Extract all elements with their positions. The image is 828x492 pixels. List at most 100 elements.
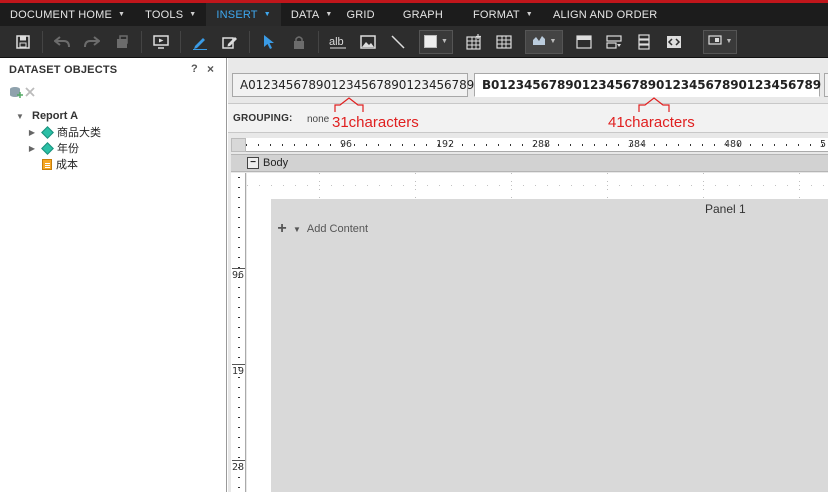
ruler-tick xyxy=(238,247,240,248)
ruler-tick xyxy=(258,144,259,146)
layout-tab-active[interactable]: B012345678901234567890123456789012345678… xyxy=(474,73,822,97)
ruler-tick xyxy=(402,144,403,146)
menu-label: DATA xyxy=(290,8,320,21)
layers-icon[interactable] xyxy=(629,29,659,55)
tab-label: B012345678901234567890123456789012345678… xyxy=(482,78,822,92)
toolbar: alb ▼ ▼ ▼ xyxy=(0,26,828,58)
graph-dropdown[interactable]: ▼ xyxy=(525,29,563,54)
remove-dataset-icon[interactable] xyxy=(25,87,35,100)
tree-item-attribute[interactable]: ▶ 年份 xyxy=(26,140,101,156)
panel-stack-icon[interactable] xyxy=(569,29,599,55)
close-icon[interactable]: × xyxy=(207,62,214,76)
ruler-tick xyxy=(378,144,379,146)
graph-icon xyxy=(532,34,546,49)
caret-down-icon: ▼ xyxy=(189,11,197,18)
ruler-tick xyxy=(238,307,240,308)
layout-tab-partial[interactable] xyxy=(824,73,828,97)
ruler-tick xyxy=(238,387,240,388)
layout-tab[interactable]: A0123456789012345678901234567​89 xyxy=(232,73,474,97)
insert-grid-icon[interactable] xyxy=(459,29,489,55)
panel-title: Panel 1 xyxy=(705,202,746,216)
caret-down-icon: ▼ xyxy=(118,11,126,18)
ruler-corner xyxy=(231,138,246,152)
selector-icon[interactable] xyxy=(599,29,629,55)
text-field-icon[interactable]: alb xyxy=(323,29,353,55)
expanded-triangle-icon[interactable]: ▼ xyxy=(14,112,26,121)
ruler-tick xyxy=(642,144,643,146)
ruler-tick xyxy=(238,357,240,358)
tree-root[interactable]: ▼ Report A xyxy=(14,108,101,124)
tree-item-attribute[interactable]: ▶ 商品大类 xyxy=(26,124,101,140)
add-content-button[interactable]: + ▼ Add Content xyxy=(275,221,368,237)
menu-document-home[interactable]: DOCUMENT HOME ▼ xyxy=(0,3,135,26)
ruler-label: 96 xyxy=(232,270,245,281)
ruler-tick xyxy=(810,144,811,146)
add-dataset-icon[interactable] xyxy=(9,86,23,101)
rectangle-icon xyxy=(424,35,438,48)
attribute-icon xyxy=(41,141,54,155)
stamp-icon[interactable] xyxy=(107,29,137,55)
section-canvas[interactable]: Panel 1 + ▼ Add Content xyxy=(247,173,828,492)
grid-icon[interactable] xyxy=(489,29,519,55)
caret-down-icon: ▼ xyxy=(725,38,733,45)
ruler-tick xyxy=(238,447,240,448)
menu-bar: DOCUMENT HOME ▼ TOOLS ▼ INSERT ▼ DATA ▼ GRID… xyxy=(0,3,828,26)
ruler-tick xyxy=(762,144,763,146)
ruler-tick xyxy=(414,144,415,146)
menu-label: GRID xyxy=(346,8,375,21)
ruler-tick xyxy=(238,397,240,398)
annotation-arrow-up-icon xyxy=(638,97,670,112)
html-container-icon[interactable] xyxy=(659,29,689,55)
section-label: Body xyxy=(263,157,289,169)
redo-icon[interactable] xyxy=(77,29,107,55)
dataset-tree: ▼ Report A ▶ 商品大类 ▶ 年份 成本 xyxy=(14,108,101,172)
menu-grid[interactable]: GRID xyxy=(343,3,389,26)
pencil-icon[interactable] xyxy=(185,29,215,55)
annotation-first: 31characters xyxy=(332,114,419,131)
grouping-bar: GROUPING: none xyxy=(228,103,828,133)
ruler-tick xyxy=(630,144,631,146)
tree-item-metric[interactable]: 成本 xyxy=(38,156,101,172)
menu-label: FORMAT xyxy=(472,8,520,21)
ruler-tick xyxy=(618,144,619,146)
ruler-tick xyxy=(238,207,240,208)
panel-stack[interactable]: Panel 1 + ▼ Add Content xyxy=(271,199,828,492)
ruler-tick xyxy=(238,237,240,238)
ruler-tick xyxy=(238,437,240,438)
menu-insert[interactable]: INSERT ▼ xyxy=(206,3,281,26)
widget-dropdown[interactable]: ▼ xyxy=(703,29,737,54)
menu-format[interactable]: FORMAT ▼ xyxy=(463,3,543,26)
save-icon[interactable] xyxy=(8,29,38,55)
menu-tools[interactable]: TOOLS ▼ xyxy=(135,3,206,26)
ruler-tick xyxy=(238,227,240,228)
ruler-tick xyxy=(498,144,499,146)
menu-align-and-order[interactable]: ALIGN AND ORDER xyxy=(543,3,667,26)
collapsed-triangle-icon[interactable]: ▶ xyxy=(26,128,38,137)
body-section-band[interactable]: − Body xyxy=(231,154,828,172)
ruler-tick xyxy=(306,144,307,146)
line-icon[interactable] xyxy=(383,29,413,55)
ruler-major-tick xyxy=(232,364,245,365)
collapse-toggle[interactable]: − xyxy=(247,157,259,169)
image-icon[interactable] xyxy=(353,29,383,55)
lock-icon[interactable] xyxy=(284,29,314,55)
undo-icon[interactable] xyxy=(47,29,77,55)
tree-item-label: 成本 xyxy=(56,159,78,171)
ruler-tick xyxy=(522,144,523,146)
menu-graph[interactable]: GRAPH xyxy=(389,3,463,26)
presentation-icon[interactable] xyxy=(146,29,176,55)
toolbar-separator xyxy=(249,30,250,53)
edit-icon[interactable] xyxy=(215,29,245,55)
collapsed-triangle-icon[interactable]: ▶ xyxy=(26,144,38,153)
ruler-tick xyxy=(238,197,240,198)
help-icon[interactable]: ? xyxy=(191,63,198,75)
tab-label: A0123456789012345678901234567​89 xyxy=(240,78,475,92)
grouping-value[interactable]: none xyxy=(307,114,329,125)
menu-data[interactable]: DATA ▼ xyxy=(281,3,343,26)
rectangle-dropdown[interactable]: ▼ xyxy=(419,29,453,54)
pointer-icon[interactable] xyxy=(254,29,284,55)
tree-item-label: 商品大类 xyxy=(57,127,101,139)
ruler-tick xyxy=(282,144,283,146)
metric-icon xyxy=(42,158,52,170)
ruler-tick xyxy=(238,187,240,188)
